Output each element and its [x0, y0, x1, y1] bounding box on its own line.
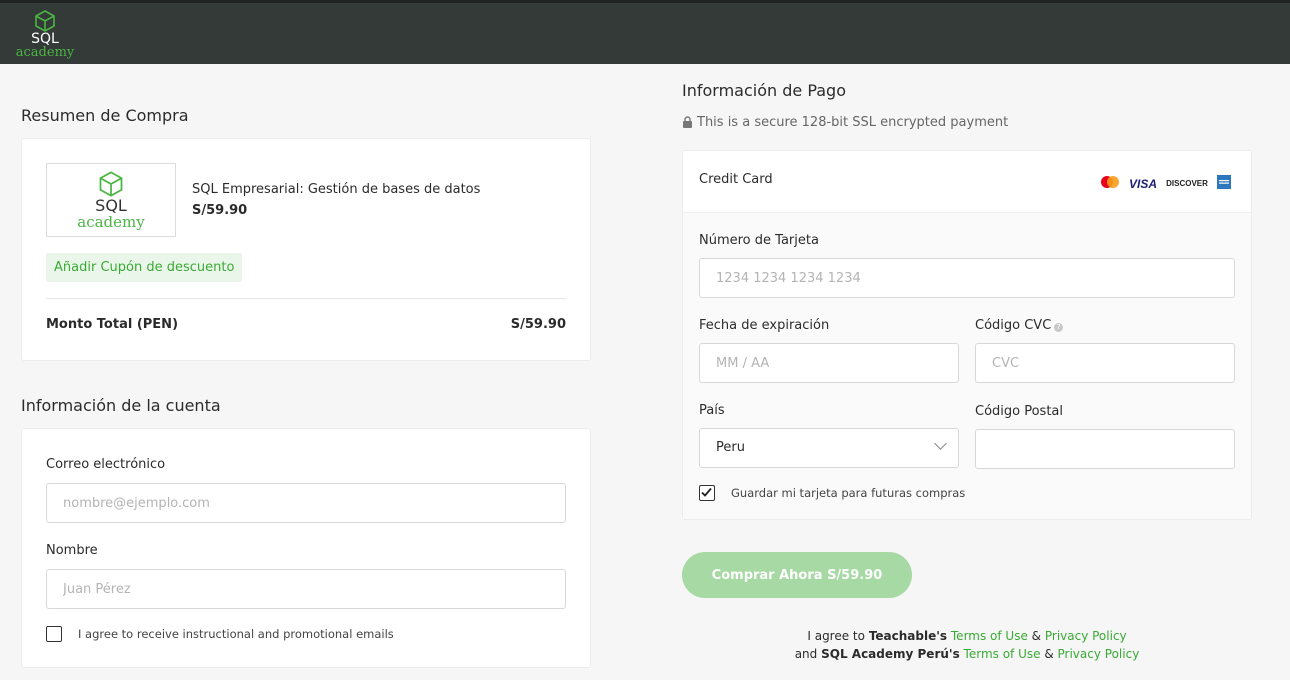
- expiry-input[interactable]: [699, 343, 959, 383]
- legal-line-1: I agree to Teachable's Terms of Use & Pr…: [682, 629, 1252, 643]
- country-select[interactable]: Peru: [699, 428, 959, 468]
- add-coupon-button[interactable]: Añadir Cupón de descuento: [46, 253, 243, 282]
- legal-text: I agree to: [807, 629, 865, 643]
- summary-title: Resumen de Compra: [21, 106, 189, 125]
- card-number-input[interactable]: [699, 258, 1235, 298]
- account-card: Correo electrónico Nombre I agree to rec…: [21, 428, 591, 668]
- teachable-privacy-link[interactable]: Privacy Policy: [1045, 629, 1127, 643]
- cvc-label-wrap: Código CVC?: [975, 318, 1064, 333]
- brand-line2: academy: [15, 45, 75, 60]
- legal-company: Teachable's: [868, 629, 948, 643]
- brand-line1: SQL: [31, 31, 59, 47]
- summary-card: SQL academy SQL Empresarial: Gestión de …: [21, 138, 591, 361]
- teachable-terms-link[interactable]: Terms of Use: [951, 629, 1028, 643]
- legal-line-2: and SQL Academy Perú's Terms of Use & Pr…: [682, 647, 1252, 661]
- checkmark-icon: [701, 487, 712, 497]
- product-price: S/59.90: [192, 203, 248, 218]
- secure-text: This is a secure 128-bit SSL encrypted p…: [697, 115, 1009, 130]
- card-number-label: Número de Tarjeta: [699, 233, 819, 248]
- name-label: Nombre: [46, 543, 98, 558]
- marketing-label: I agree to receive instructional and pro…: [78, 627, 394, 641]
- expiry-label: Fecha de expiración: [699, 318, 830, 333]
- brand-logo[interactable]: SQL academy: [12, 9, 78, 65]
- marketing-checkbox[interactable]: [46, 626, 62, 642]
- email-input[interactable]: [46, 483, 566, 523]
- country-label: País: [699, 403, 725, 418]
- legal-amp: &: [1031, 629, 1042, 643]
- school-terms-link[interactable]: Terms of Use: [964, 647, 1041, 661]
- visa-icon: VISA: [1129, 176, 1158, 191]
- secure-notice: This is a secure 128-bit SSL encrypted p…: [682, 115, 1008, 130]
- school-privacy-link[interactable]: Privacy Policy: [1058, 647, 1140, 661]
- payment-method-label: Credit Card: [699, 172, 773, 187]
- legal-text: and: [794, 647, 818, 661]
- product-logo-line1: SQL: [95, 196, 127, 215]
- credit-card-form: Número de Tarjeta Fecha de expiración Có…: [683, 213, 1251, 519]
- payment-title: Información de Pago: [682, 81, 846, 100]
- top-bar: SQL academy: [0, 0, 1290, 64]
- product-name: SQL Empresarial: Gestión de bases de dat…: [192, 182, 481, 197]
- cvc-label: Código CVC: [975, 318, 1052, 333]
- payment-card: Credit Card VISA DISCOVER Número de Tarj…: [682, 150, 1252, 520]
- legal-amp: &: [1044, 647, 1054, 661]
- card-brand-logos: VISA DISCOVER: [1096, 173, 1231, 191]
- product-logo-line2: academy: [77, 213, 145, 231]
- email-label: Correo electrónico: [46, 457, 166, 472]
- lock-icon: [683, 116, 692, 128]
- buy-now-button[interactable]: Comprar Ahora S/59.90: [682, 552, 912, 598]
- postal-input[interactable]: [975, 429, 1235, 469]
- name-input[interactable]: [46, 569, 566, 609]
- legal-company: SQL Academy Perú's: [821, 647, 960, 661]
- account-title: Información de la cuenta: [21, 396, 221, 415]
- country-value: Peru: [699, 428, 959, 468]
- amex-icon: [1217, 174, 1231, 193]
- mastercard-icon: [1100, 174, 1120, 193]
- divider: [46, 298, 566, 299]
- cube-icon: [99, 171, 123, 197]
- total-value: S/59.90: [510, 317, 566, 332]
- save-card-label: Guardar mi tarjeta para futuras compras: [731, 486, 966, 500]
- total-label: Monto Total (PEN): [46, 317, 179, 332]
- product-logo: SQL academy: [46, 163, 176, 237]
- credit-card-header[interactable]: Credit Card VISA DISCOVER: [683, 151, 1251, 213]
- cube-icon: [35, 10, 55, 32]
- postal-label: Código Postal: [975, 404, 1064, 419]
- cvc-input[interactable]: [975, 343, 1235, 383]
- save-card-checkbox[interactable]: [699, 485, 715, 501]
- help-icon[interactable]: ?: [1054, 323, 1064, 332]
- discover-icon: DISCOVER: [1166, 179, 1208, 188]
